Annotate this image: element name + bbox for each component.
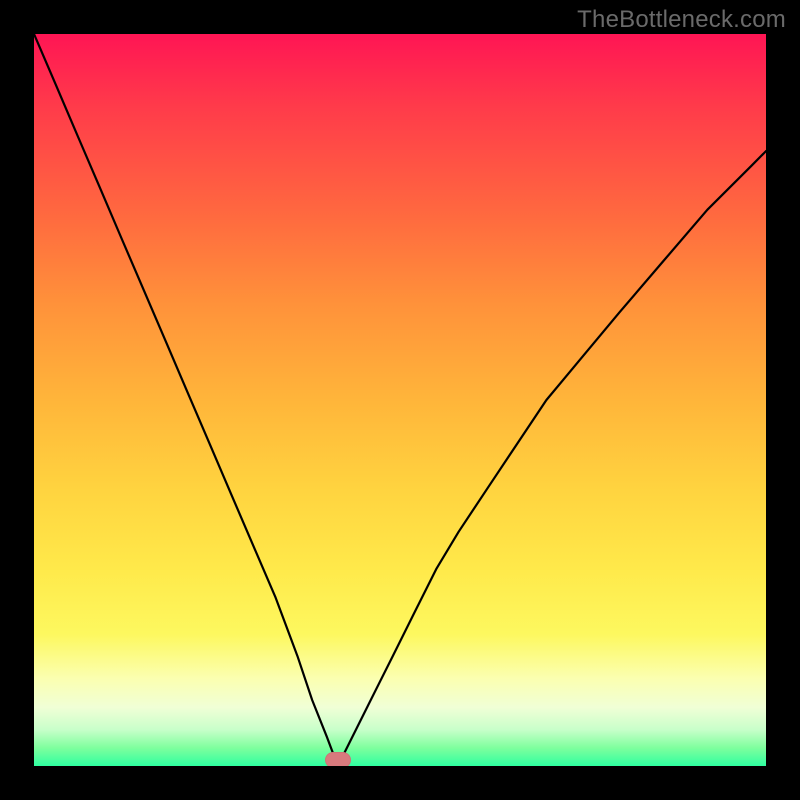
optimum-marker	[325, 752, 351, 766]
bottleneck-curve	[34, 34, 766, 766]
plot-area	[34, 34, 766, 766]
curve-path	[34, 34, 766, 766]
chart-frame: TheBottleneck.com	[0, 0, 800, 800]
watermark-text: TheBottleneck.com	[577, 6, 786, 34]
